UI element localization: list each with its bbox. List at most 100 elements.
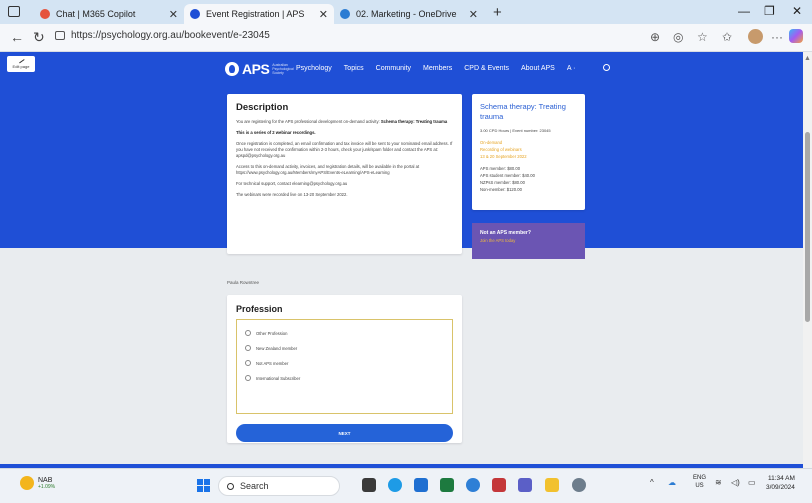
more-icon[interactable]: ···	[771, 30, 783, 44]
search-icon[interactable]	[603, 64, 610, 71]
chevron-up-icon[interactable]: ^	[650, 478, 654, 487]
plus-icon[interactable]: +	[493, 4, 502, 21]
recorded-text: The webinars were recorded live on 13-20…	[236, 192, 348, 197]
favorite-star-icon[interactable]: ☆	[697, 30, 708, 44]
price-item: Non-member: $120.00	[480, 187, 522, 192]
back-arrow-icon[interactable]: ←	[10, 29, 24, 45]
file-explorer-icon[interactable]	[545, 478, 559, 492]
tab-actions-icon[interactable]	[8, 6, 20, 17]
description-card: Description You are registering for the …	[227, 94, 462, 254]
radio-button[interactable]	[245, 330, 251, 336]
nav-cpd-events[interactable]: CPD & Events	[464, 65, 509, 72]
option-international-subscriber[interactable]: International Subscriber	[245, 375, 444, 381]
stock-trend-icon	[20, 476, 34, 490]
scrollbar-thumb[interactable]	[805, 132, 810, 322]
profile-avatar-icon[interactable]	[748, 29, 763, 44]
option-label: Not APS member	[256, 360, 289, 366]
tab-close-icon[interactable]: ✕	[169, 8, 178, 21]
logo-text: APS	[242, 61, 270, 77]
aps-logo-icon	[225, 62, 239, 76]
tab-close-icon[interactable]: ✕	[469, 8, 478, 21]
refresh-icon[interactable]: ↻	[33, 29, 45, 46]
stock-widget[interactable]: NAB +1.09%	[20, 476, 55, 490]
profession-card: Profession Other Profession New Zealand …	[227, 295, 462, 443]
option-label: International Subscriber	[256, 375, 301, 381]
nav-topics[interactable]: Topics	[344, 65, 364, 72]
nav-members[interactable]: Members	[423, 65, 452, 72]
event-meta: 3.00 CPD Hours | Event number: 23045	[480, 128, 551, 133]
event-title: Schema therapy: Treating trauma	[480, 102, 566, 121]
option-new-zealand-member[interactable]: New Zealand member	[245, 345, 444, 351]
reader-icon[interactable]: ◎	[673, 30, 683, 44]
minimize-icon[interactable]: —	[738, 4, 750, 18]
address-bar: ← ↻ https://psychology.org.au/bookevent/…	[0, 24, 812, 52]
profession-heading: Profession	[236, 304, 283, 314]
copilot-icon[interactable]	[789, 29, 803, 43]
stock-change: +1.09%	[38, 483, 56, 490]
onedrive-favicon-icon	[340, 9, 350, 19]
edge-icon[interactable]	[388, 478, 402, 492]
option-label: Other Profession	[256, 330, 288, 336]
aps-logo[interactable]: APS Australian Psychological Society	[225, 61, 294, 77]
battery-icon[interactable]: ▭	[748, 478, 756, 487]
tab-copilot[interactable]: Chat | M365 Copilot ✕	[34, 4, 184, 24]
task-view-icon[interactable]	[362, 478, 376, 492]
taskbar: NAB +1.09% Search ^ ☁ ENG US ≋ ◁) ▭ 11:3…	[0, 468, 812, 503]
site-header: Edit page APS Australian Psychological S…	[0, 52, 803, 88]
option-other-profession[interactable]: Other Profession	[245, 330, 444, 336]
volume-icon[interactable]: ◁)	[731, 478, 740, 487]
join-aps-link[interactable]: Join the APS today	[480, 238, 577, 243]
price-item: APS member: $80.00	[480, 166, 521, 171]
radio-button[interactable]	[245, 360, 251, 366]
nav-community[interactable]: Community	[376, 65, 411, 72]
edit-page-button[interactable]: Edit page	[7, 56, 35, 72]
zoom-icon[interactable]: ⊕	[650, 30, 660, 44]
windows-start-icon[interactable]	[197, 479, 210, 492]
tab-close-icon[interactable]: ✕	[319, 8, 328, 21]
restore-icon[interactable]: ❐	[764, 4, 775, 18]
favorites-icon[interactable]: ✩	[722, 30, 732, 44]
option-label: New Zealand member	[256, 345, 298, 351]
price-list: APS member: $80.00 APS student member: $…	[480, 165, 577, 193]
nav-about-aps[interactable]: About APS	[521, 65, 555, 72]
language-indicator[interactable]: ENG US	[693, 474, 706, 490]
main-nav: Psychology Topics Community Members CPD …	[296, 65, 587, 72]
description-heading: Description	[236, 102, 289, 113]
teams-icon[interactable]	[518, 478, 532, 492]
tab-title: Event Registration | APS	[206, 9, 305, 19]
next-button[interactable]: NEXT	[236, 424, 453, 442]
settings-gear-icon[interactable]	[572, 478, 586, 492]
series-note: This is a series of 2 webinar recordings…	[236, 130, 316, 135]
profession-options: Other Profession New Zealand member Not …	[236, 319, 453, 414]
chrome-icon[interactable]	[466, 478, 480, 492]
excel-icon[interactable]	[440, 478, 454, 492]
scroll-up-icon[interactable]: ▲	[804, 55, 811, 62]
copilot-favicon-icon	[40, 9, 50, 19]
radio-button[interactable]	[245, 345, 251, 351]
close-window-icon[interactable]: ✕	[792, 4, 802, 18]
on-demand-info: On-demand Recording of webinars 13 & 20 …	[480, 140, 527, 159]
option-not-aps-member[interactable]: Not APS member	[245, 360, 444, 366]
clock-time: 11:34 AM	[767, 475, 795, 482]
support-text: For technical support, contact elearning…	[236, 181, 348, 186]
page-scrollbar[interactable]: ▲	[803, 52, 812, 468]
tab-event-registration[interactable]: Event Registration | APS ✕	[184, 4, 334, 24]
membership-question: Not an APS member?	[480, 230, 531, 236]
tab-title: Chat | M365 Copilot	[56, 9, 136, 19]
system-clock[interactable]: 11:34 AM 3/09/2024	[766, 474, 795, 492]
url-field[interactable]: https://psychology.org.au/bookevent/e-23…	[55, 30, 270, 41]
description-intro: You are registering for the APS professi…	[236, 119, 448, 124]
nav-accessibility[interactable]: A ·	[567, 65, 576, 72]
tab-onedrive[interactable]: 02. Marketing - OneDrive ✕	[334, 4, 484, 24]
tab-title: 02. Marketing - OneDrive	[356, 9, 457, 19]
aps-favicon-icon	[190, 9, 200, 19]
onedrive-cloud-icon[interactable]: ☁	[668, 478, 676, 487]
nav-psychology[interactable]: Psychology	[296, 65, 332, 72]
radio-button[interactable]	[245, 375, 251, 381]
pencil-icon	[17, 56, 25, 64]
taskbar-search[interactable]: Search	[218, 476, 340, 496]
price-item: APS student member: $40.00	[480, 173, 535, 178]
outlook-icon[interactable]	[414, 478, 428, 492]
wifi-icon[interactable]: ≋	[715, 478, 722, 487]
powerpoint-icon[interactable]	[492, 478, 506, 492]
